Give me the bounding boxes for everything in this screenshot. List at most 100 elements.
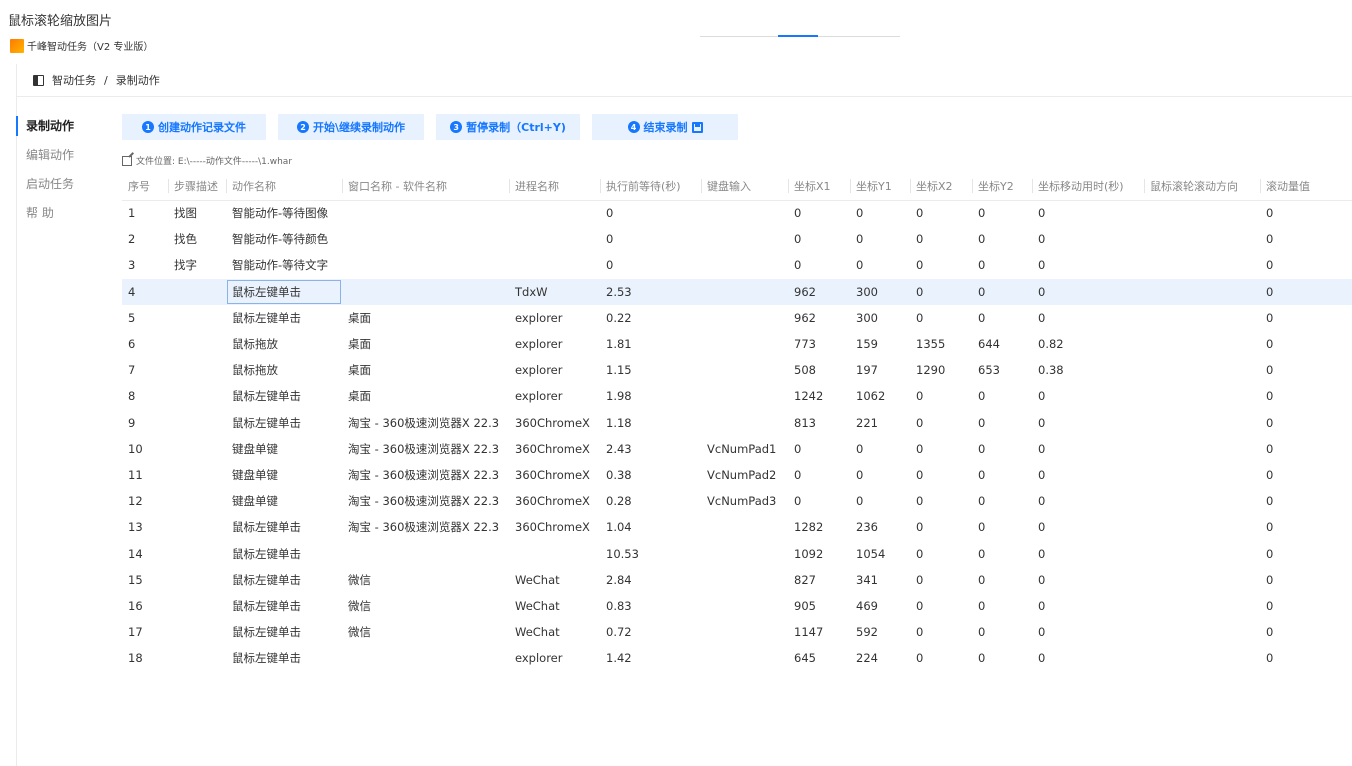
table-cell[interactable] — [701, 514, 788, 540]
table-cell[interactable]: 0 — [1260, 540, 1352, 566]
table-cell[interactable]: 224 — [850, 645, 910, 671]
table-cell[interactable]: WeChat — [509, 567, 600, 593]
table-cell[interactable]: 0 — [788, 436, 850, 462]
table-cell[interactable]: 592 — [850, 619, 910, 645]
table-cell[interactable]: 8 — [122, 383, 168, 409]
table-cell[interactable]: 智能动作-等待颜色 — [226, 226, 342, 252]
table-cell[interactable]: 341 — [850, 567, 910, 593]
table-cell[interactable]: 微信 — [342, 593, 509, 619]
table-cell[interactable]: 0 — [972, 436, 1032, 462]
sidebar-item-edit[interactable]: 编辑动作 — [16, 141, 108, 170]
column-header[interactable]: 鼠标滚轮滚动方向 — [1144, 172, 1260, 201]
table-cell[interactable]: 找图 — [168, 200, 226, 226]
table-cell[interactable]: 微信 — [342, 619, 509, 645]
table-cell[interactable]: 键盘单键 — [226, 462, 342, 488]
table-cell[interactable]: 0 — [600, 252, 701, 278]
table-cell[interactable] — [701, 305, 788, 331]
table-cell[interactable] — [701, 331, 788, 357]
table-cell[interactable]: 644 — [972, 331, 1032, 357]
table-cell[interactable]: 1092 — [788, 540, 850, 566]
table-cell[interactable]: 300 — [850, 278, 910, 305]
table-cell[interactable] — [1144, 436, 1260, 462]
table-cell[interactable] — [1144, 645, 1260, 671]
table-cell[interactable] — [168, 540, 226, 566]
table-cell[interactable]: 0 — [1032, 645, 1144, 671]
table-cell[interactable]: 淘宝 - 360极速浏览器X 22.3 — [342, 488, 509, 514]
table-cell[interactable]: 鼠标左键单击 — [226, 383, 342, 409]
start-record-button[interactable]: 2 开始\继续录制动作 — [278, 114, 424, 140]
table-cell[interactable]: 0 — [1260, 278, 1352, 305]
sidebar-toggle-icon[interactable] — [33, 74, 44, 86]
table-cell[interactable]: 360ChromeX — [509, 514, 600, 540]
column-header[interactable]: 进程名称 — [509, 172, 600, 201]
table-cell[interactable]: 0 — [972, 252, 1032, 278]
table-cell[interactable]: 3 — [122, 252, 168, 278]
table-cell[interactable]: 13 — [122, 514, 168, 540]
table-cell[interactable]: 0 — [1032, 593, 1144, 619]
sidebar-item-help[interactable]: 帮 助 — [16, 199, 108, 228]
table-cell[interactable]: 2.53 — [600, 278, 701, 305]
table-cell[interactable]: explorer — [509, 645, 600, 671]
table-cell[interactable] — [168, 357, 226, 383]
table-cell[interactable]: 1 — [122, 200, 168, 226]
table-cell[interactable]: 14 — [122, 540, 168, 566]
table-cell[interactable]: 鼠标左键单击 — [226, 645, 342, 671]
table-row[interactable]: 14 鼠标左键单击 10.53 1092 1054 0 0 0 0 — [122, 540, 1352, 566]
table-cell[interactable]: 0 — [1260, 436, 1352, 462]
table-cell[interactable]: 1147 — [788, 619, 850, 645]
table-cell[interactable]: 0 — [850, 462, 910, 488]
table-cell[interactable] — [701, 410, 788, 436]
table-row[interactable]: 8 鼠标左键单击 桌面 explorer 1.98 1242 1062 0 0 0 0 — [122, 383, 1352, 409]
table-cell[interactable]: 1242 — [788, 383, 850, 409]
table-cell[interactable]: 0 — [972, 383, 1032, 409]
table-cell[interactable]: 1.04 — [600, 514, 701, 540]
table-cell[interactable]: 12 — [122, 488, 168, 514]
table-cell[interactable]: 淘宝 - 360极速浏览器X 22.3 — [342, 410, 509, 436]
table-cell[interactable]: 0 — [1032, 619, 1144, 645]
table-cell[interactable] — [1144, 488, 1260, 514]
table-cell[interactable]: WeChat — [509, 593, 600, 619]
table-row[interactable]: 17 鼠标左键单击 微信 WeChat 0.72 1147 592 0 0 0 0 — [122, 619, 1352, 645]
table-cell[interactable]: 0 — [1260, 488, 1352, 514]
table-row[interactable]: 18 鼠标左键单击 explorer 1.42 645 224 0 0 0 0 — [122, 645, 1352, 671]
table-row[interactable]: 6 鼠标拖放 桌面 explorer 1.81 773 159 1355 644 0.82 0 — [122, 331, 1352, 357]
table-cell[interactable]: 鼠标左键单击 — [226, 514, 342, 540]
table-cell[interactable]: 18 — [122, 645, 168, 671]
table-cell[interactable] — [342, 540, 509, 566]
table-cell[interactable]: 鼠标左键单击 — [226, 410, 342, 436]
table-cell[interactable]: 1062 — [850, 383, 910, 409]
table-cell[interactable]: VcNumPad2 — [701, 462, 788, 488]
table-cell[interactable]: 0 — [1032, 305, 1144, 331]
table-cell[interactable]: 1.15 — [600, 357, 701, 383]
table-cell[interactable]: 0 — [1260, 331, 1352, 357]
table-cell[interactable] — [1144, 410, 1260, 436]
table-cell[interactable]: 0 — [972, 514, 1032, 540]
table-cell[interactable]: 0 — [788, 252, 850, 278]
table-cell[interactable]: 905 — [788, 593, 850, 619]
table-cell[interactable]: 0 — [972, 619, 1032, 645]
table-cell[interactable]: 0 — [1260, 593, 1352, 619]
table-cell[interactable]: 962 — [788, 305, 850, 331]
table-cell[interactable]: 0 — [972, 593, 1032, 619]
table-cell[interactable]: 桌面 — [342, 305, 509, 331]
table-cell[interactable]: 0 — [910, 540, 972, 566]
table-cell[interactable]: explorer — [509, 383, 600, 409]
table-cell[interactable]: 0 — [972, 488, 1032, 514]
table-cell[interactable] — [168, 567, 226, 593]
table-cell[interactable]: 236 — [850, 514, 910, 540]
table-cell[interactable]: 0 — [1032, 200, 1144, 226]
table-cell[interactable]: explorer — [509, 305, 600, 331]
table-cell[interactable]: 0 — [788, 200, 850, 226]
table-cell[interactable]: 0 — [1032, 567, 1144, 593]
table-cell[interactable] — [701, 540, 788, 566]
column-header[interactable]: 序号 — [122, 172, 168, 201]
table-cell[interactable]: 0.28 — [600, 488, 701, 514]
column-header[interactable]: 坐标移动用时(秒) — [1032, 172, 1144, 201]
column-header[interactable]: 动作名称 — [226, 172, 342, 201]
table-cell[interactable]: 0 — [910, 252, 972, 278]
table-cell[interactable]: 0 — [1260, 619, 1352, 645]
table-cell[interactable]: 0.82 — [1032, 331, 1144, 357]
table-cell[interactable]: 鼠标左键单击 — [226, 567, 342, 593]
table-cell[interactable] — [701, 383, 788, 409]
table-cell[interactable]: 淘宝 - 360极速浏览器X 22.3 — [342, 514, 509, 540]
